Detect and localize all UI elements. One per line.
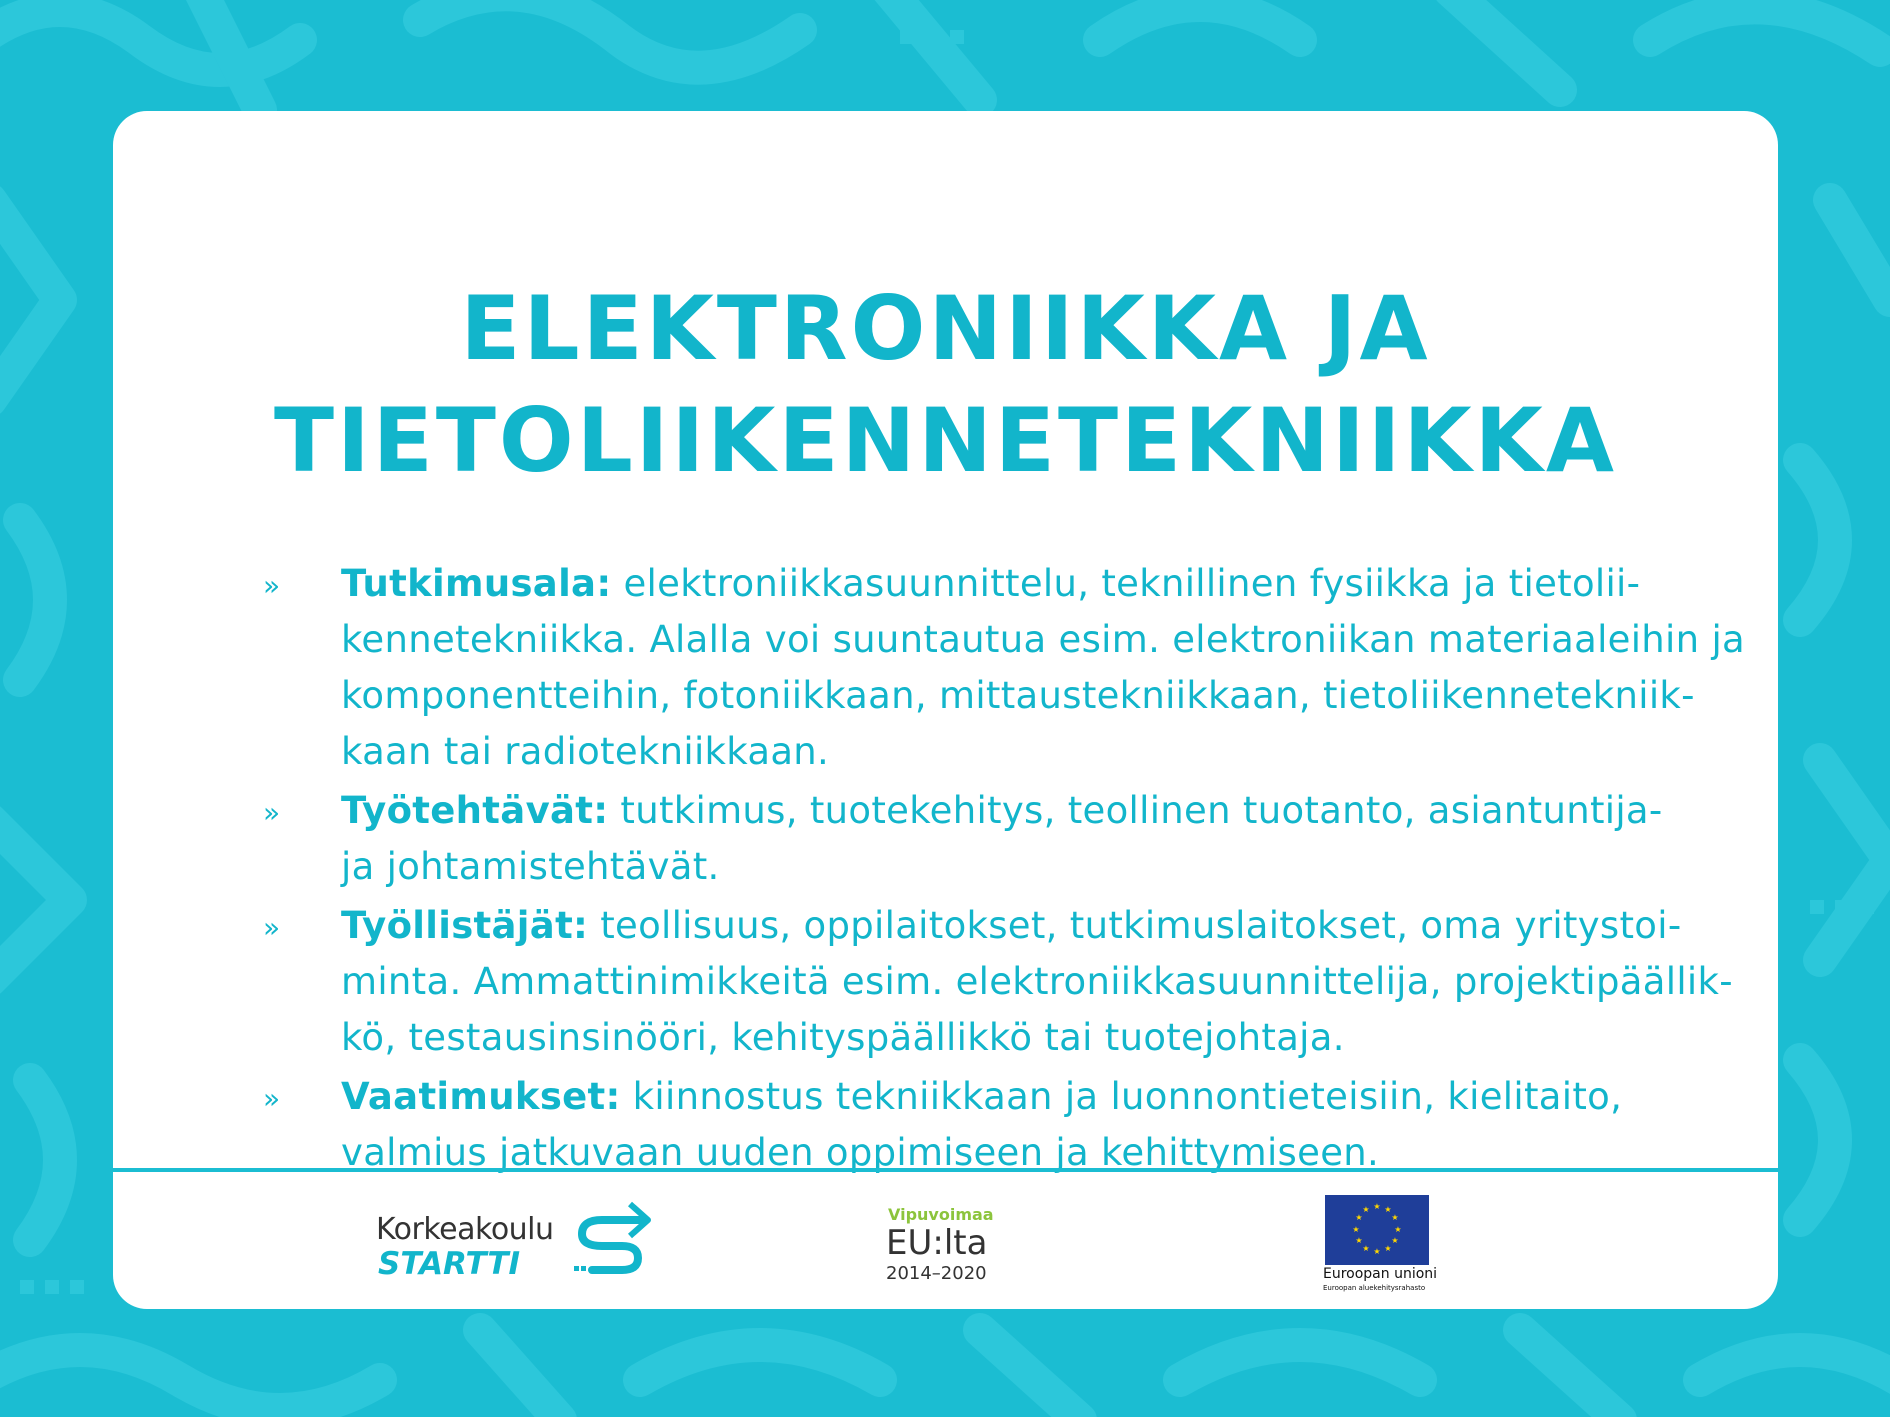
item-line: minta. Ammattinimikkeitä esim. elektroni… — [341, 960, 1733, 1003]
list-item-tutkimusala: » Tutkimusala: elektroniikkasuunnittelu,… — [113, 556, 1778, 780]
bullet-icon: » — [263, 569, 281, 602]
item-label: Vaatimukset: — [341, 1075, 621, 1118]
item-line: Työtehtävät: tutkimus, tuotekehitys, teo… — [341, 783, 1778, 839]
item-text: elektroniikkasuunnittelu, teknillinen fy… — [611, 562, 1641, 605]
bullet-icon: » — [263, 911, 281, 944]
bullet-icon: » — [263, 796, 281, 829]
item-text: tutkimus, tuotekehitys, teollinen tuotan… — [608, 789, 1663, 832]
item-line: kö, testausinsinööri, kehityspäällikkö t… — [341, 1016, 1345, 1059]
item-line: kennetekniikka. Alalla voi suuntautua es… — [341, 618, 1746, 661]
svg-text:★: ★ — [1394, 1225, 1401, 1234]
item-label: Työllistäjät: — [341, 904, 589, 947]
eu-logo: ★ ★ ★ ★ ★ ★ ★ ★ ★ ★ ★ ★ Euroopan unioni … — [1323, 1193, 1437, 1293]
svg-text:★: ★ — [1355, 1236, 1362, 1245]
page-title: ELEKTRONIIKKA JA TIETOLIIKENNETEKNIIKKA — [113, 273, 1778, 497]
item-text: kiinnostus tekniikkaan ja luonnontieteis… — [620, 1075, 1623, 1118]
content-card: ELEKTRONIIKKA JA TIETOLIIKENNETEKNIIKKA … — [113, 111, 1778, 1309]
item-line: kaan tai radiotekniikkaan. — [341, 730, 830, 773]
svg-text:★: ★ — [1352, 1225, 1359, 1234]
bullet-icon: » — [263, 1082, 281, 1115]
years-text: 2014–2020 — [886, 1263, 987, 1284]
startti-s-arrow-icon — [574, 1201, 651, 1274]
item-line: Vaatimukset: kiinnostus tekniikkaan ja l… — [341, 1069, 1778, 1125]
vipuvoimaa-text: Vipuvoimaa — [888, 1205, 994, 1224]
item-line: valmius jatkuvaan uuden oppimiseen ja ke… — [341, 1131, 1380, 1174]
eu-name-text: Euroopan unioni — [1323, 1266, 1438, 1282]
item-label: Työtehtävät: — [341, 789, 609, 832]
svg-text:★: ★ — [1373, 1247, 1380, 1256]
list-item-tyotehtavat: » Työtehtävät: tutkimus, tuotekehitys, t… — [113, 783, 1778, 895]
item-line: komponentteihin, fotoniikkaan, mittauste… — [341, 674, 1695, 717]
svg-text:★: ★ — [1355, 1213, 1362, 1222]
item-label: Tutkimusala: — [341, 562, 612, 605]
item-text: teollisuus, oppilaitokset, tutkimuslaito… — [588, 904, 1682, 947]
svg-text:★: ★ — [1362, 1205, 1369, 1214]
list-item-vaatimukset: » Vaatimukset: kiinnostus tekniikkaan ja… — [113, 1069, 1778, 1181]
svg-text:★: ★ — [1373, 1202, 1380, 1211]
startti-logo-top-text: Korkeakoulu — [376, 1212, 554, 1247]
footer-divider — [113, 1168, 1778, 1172]
eu-fund-text: Euroopan aluekehitysrahasto — [1323, 1284, 1426, 1292]
svg-text:★: ★ — [1362, 1244, 1369, 1253]
eu-flag-icon: ★ ★ ★ ★ ★ ★ ★ ★ ★ ★ ★ ★ — [1325, 1195, 1429, 1265]
startti-logo-bottom-text: STARTTI — [378, 1246, 521, 1282]
info-list: » Tutkimusala: elektroniikkasuunnittelu,… — [113, 556, 1778, 1184]
item-line: ja johtamistehtävät. — [341, 845, 720, 888]
item-line: Työllistäjät: teollisuus, oppilaitokset,… — [341, 898, 1778, 954]
eulta-text: EU:lta — [886, 1223, 988, 1263]
vipuvoimaa-eulta-logo: Vipuvoimaa EU:lta 2014–2020 — [886, 1205, 1006, 1285]
svg-text:★: ★ — [1384, 1244, 1391, 1253]
korkeakoulu-startti-logo: Korkeakoulu STARTTI — [376, 1192, 656, 1287]
svg-text:★: ★ — [1391, 1213, 1398, 1222]
item-line: Tutkimusala: elektroniikkasuunnittelu, t… — [341, 556, 1778, 612]
title-line-1: ELEKTRONIIKKA JA — [460, 277, 1431, 380]
list-item-tyollistajat: » Työllistäjät: teollisuus, oppilaitokse… — [113, 898, 1778, 1066]
svg-text:★: ★ — [1391, 1236, 1398, 1245]
title-line-2: TIETOLIIKENNETEKNIIKKA — [274, 389, 1617, 492]
